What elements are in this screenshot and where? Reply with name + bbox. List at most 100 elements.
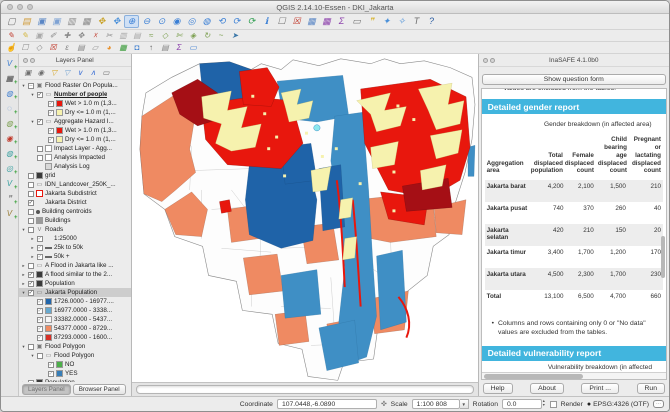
add-layer-icon[interactable]: ◍ xyxy=(2,147,16,160)
toolbar-icon[interactable]: ☒ xyxy=(289,15,304,28)
toolbar-icon[interactable]: Σ xyxy=(334,15,349,28)
expander-icon[interactable]: ▸ xyxy=(21,263,26,269)
expander-icon[interactable]: ▾ xyxy=(21,227,26,233)
toolbar-icon[interactable]: ✎ xyxy=(4,30,18,41)
toolbar-icon[interactable]: ε xyxy=(60,42,74,53)
toolbar-icon[interactable]: ▣ xyxy=(32,30,46,41)
toolbar-icon[interactable]: ✥ xyxy=(94,15,109,28)
toolbar-icon[interactable]: ➤ xyxy=(228,30,242,41)
layer-checkbox[interactable] xyxy=(28,290,34,296)
tab-browser-panel[interactable]: Browser Panel xyxy=(73,384,126,395)
expander-icon[interactable]: ▾ xyxy=(21,290,26,296)
about-button[interactable]: About xyxy=(530,383,564,394)
layers-toolbar-icon[interactable]: ▽ xyxy=(48,68,60,79)
expander-icon[interactable]: ▸ xyxy=(30,254,35,260)
layer-row[interactable]: 87293.0000 - 1600... xyxy=(19,333,131,342)
toolbar-icon[interactable]: ☝ xyxy=(4,42,18,53)
expander-icon[interactable]: ▸ xyxy=(30,245,35,251)
toolbar-icon[interactable]: ☒ xyxy=(46,42,60,53)
toolbar-icon[interactable]: ◍ xyxy=(199,15,214,28)
toolbar-icon[interactable]: ⊖ xyxy=(139,15,154,28)
layer-checkbox[interactable] xyxy=(37,245,43,251)
toolbar-icon[interactable]: ◘ xyxy=(130,42,144,53)
layer-checkbox[interactable] xyxy=(37,299,43,305)
layer-checkbox[interactable] xyxy=(37,119,43,125)
toolbar-icon[interactable]: ▥ xyxy=(64,15,79,28)
layer-row[interactable]: Building centroids xyxy=(19,207,131,216)
toolbar-icon[interactable]: ◉ xyxy=(169,15,184,28)
layer-checkbox[interactable] xyxy=(37,155,43,161)
add-layer-icon[interactable]: V xyxy=(2,177,16,190)
toolbar-icon[interactable]: ◇ xyxy=(32,42,46,53)
toolbar-icon[interactable]: ℹ xyxy=(259,15,274,28)
layer-row[interactable]: 16977.0000 - 3338... xyxy=(19,306,131,315)
toolbar-icon[interactable]: ⊕ xyxy=(124,15,139,28)
layer-row[interactable]: Wet > 1.0 m (1,3... xyxy=(19,126,131,135)
layer-row[interactable]: YES xyxy=(19,369,131,378)
show-question-form-button[interactable]: Show question form xyxy=(482,74,666,85)
toolbar-icon[interactable]: ✂ xyxy=(102,30,116,41)
toolbar-icon[interactable]: ◕ xyxy=(102,42,116,53)
layer-checkbox[interactable] xyxy=(28,191,34,197)
layer-checkbox[interactable] xyxy=(48,110,54,116)
layer-checkbox[interactable] xyxy=(28,173,34,179)
layer-checkbox[interactable] xyxy=(48,362,54,368)
run-button[interactable]: Run xyxy=(637,383,665,394)
layer-row[interactable]: 1726.0000 - 16977.... xyxy=(19,297,131,306)
layer-checkbox[interactable] xyxy=(37,308,43,314)
layer-row[interactable]: 54377.0000 - 8729... xyxy=(19,324,131,333)
expander-icon[interactable]: ▸ xyxy=(21,272,26,278)
layer-row[interactable]: Dry <= 1.0 m (1,... xyxy=(19,108,131,117)
layer-checkbox[interactable] xyxy=(28,263,34,269)
layer-checkbox[interactable] xyxy=(37,317,43,323)
layer-row[interactable]: Impact Layer - Agg... xyxy=(19,144,131,153)
chevron-down-icon[interactable]: ▼ xyxy=(460,399,469,409)
layer-checkbox[interactable] xyxy=(48,128,54,134)
toolbar-icon[interactable]: ⟳ xyxy=(229,15,244,28)
layers-toolbar-icon[interactable]: ∧ xyxy=(87,68,99,79)
toolbar-icon[interactable]: ✥ xyxy=(74,30,88,41)
layer-checkbox[interactable] xyxy=(28,272,34,278)
layer-checkbox[interactable] xyxy=(37,326,43,332)
layer-checkbox[interactable] xyxy=(28,227,34,233)
map-canvas[interactable] xyxy=(132,54,479,382)
layer-row[interactable]: Buildings xyxy=(19,216,131,225)
layer-checkbox[interactable] xyxy=(37,254,43,260)
toolbar-icon[interactable]: ▦ xyxy=(79,15,94,28)
layer-checkbox[interactable] xyxy=(28,182,34,188)
layer-checkbox[interactable] xyxy=(28,200,34,206)
toolbar-icon[interactable]: ▭ xyxy=(186,42,200,53)
layer-checkbox[interactable] xyxy=(37,92,43,98)
toolbar-icon[interactable]: ✧ xyxy=(394,15,409,28)
toolbar-icon[interactable]: ? xyxy=(424,15,439,28)
expander-icon[interactable]: ▾ xyxy=(21,344,26,350)
add-layer-icon[interactable]: ◍ xyxy=(2,117,16,130)
layer-row[interactable]: ▾ Aggregate Hazard I... xyxy=(19,117,131,126)
coordinate-input[interactable]: 107.0448,-6.0890 xyxy=(277,399,377,409)
layer-row[interactable]: ▾ Roads xyxy=(19,225,131,234)
toolbar-icon[interactable]: ✄ xyxy=(172,30,186,41)
expander-icon[interactable]: ▾ xyxy=(30,119,35,125)
toolbar-icon[interactable]: ◇ xyxy=(158,30,172,41)
layer-row[interactable]: ▾ Flood Polygon xyxy=(19,342,131,351)
add-layer-icon[interactable]: ▦ xyxy=(2,72,16,85)
toolbar-icon[interactable]: ✎ xyxy=(18,30,32,41)
toolbar-icon[interactable]: ✦ xyxy=(379,15,394,28)
toolbar-icon[interactable]: ⊙ xyxy=(154,15,169,28)
toolbar-icon[interactable]: ≈ xyxy=(144,30,158,41)
toolbar-icon[interactable]: ▥ xyxy=(116,30,130,41)
layer-row[interactable]: ▸ 25k to 50k xyxy=(19,243,131,252)
toolbar-icon[interactable]: ~ xyxy=(214,30,228,41)
layer-row[interactable]: ▸ 50k + xyxy=(19,252,131,261)
help-button[interactable]: Help xyxy=(483,383,513,394)
messages-icon[interactable]: ⋯ xyxy=(653,400,664,408)
layer-row[interactable]: Wet > 1.0 m (1,3... xyxy=(19,99,131,108)
toolbar-icon[interactable]: Σ xyxy=(172,42,186,53)
render-checkbox[interactable] xyxy=(550,401,557,408)
layer-row[interactable]: Jakarta Subdistrict xyxy=(19,189,131,198)
vertical-scrollbar[interactable] xyxy=(660,89,666,371)
layers-toolbar-icon[interactable]: ◉ xyxy=(35,68,47,79)
toolbar-icon[interactable]: ◎ xyxy=(184,15,199,28)
toolbar-icon[interactable]: ✥ xyxy=(109,15,124,28)
add-layer-icon[interactable]: ◉ xyxy=(2,132,16,145)
